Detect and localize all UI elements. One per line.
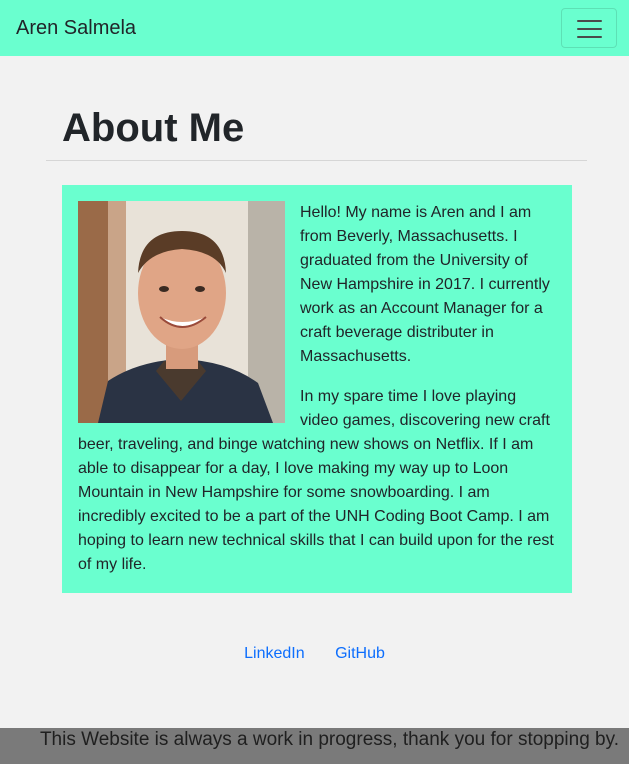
page-title: About Me: [62, 106, 245, 150]
footer-text: This Website is always a work in progres…: [39, 729, 619, 750]
linkedin-link[interactable]: LinkedIn: [244, 645, 305, 662]
about-card: Hello! My name is Aren and I am from Bev…: [62, 185, 572, 593]
social-links: LinkedIn GitHub: [0, 642, 629, 666]
hamburger-menu-icon-bar: [577, 28, 602, 30]
footer: This Website is always a work in progres…: [0, 728, 629, 764]
title-divider: [46, 160, 587, 161]
hamburger-menu-icon: [577, 20, 602, 22]
profile-photo: [78, 201, 285, 423]
profile-photo-illustration: [78, 201, 285, 423]
navbar: Aren Salmela: [0, 0, 629, 56]
hamburger-menu-icon-bar: [577, 36, 602, 38]
github-link[interactable]: GitHub: [335, 645, 385, 662]
navbar-toggle-button[interactable]: [561, 8, 617, 48]
navbar-brand[interactable]: Aren Salmela: [16, 16, 136, 40]
